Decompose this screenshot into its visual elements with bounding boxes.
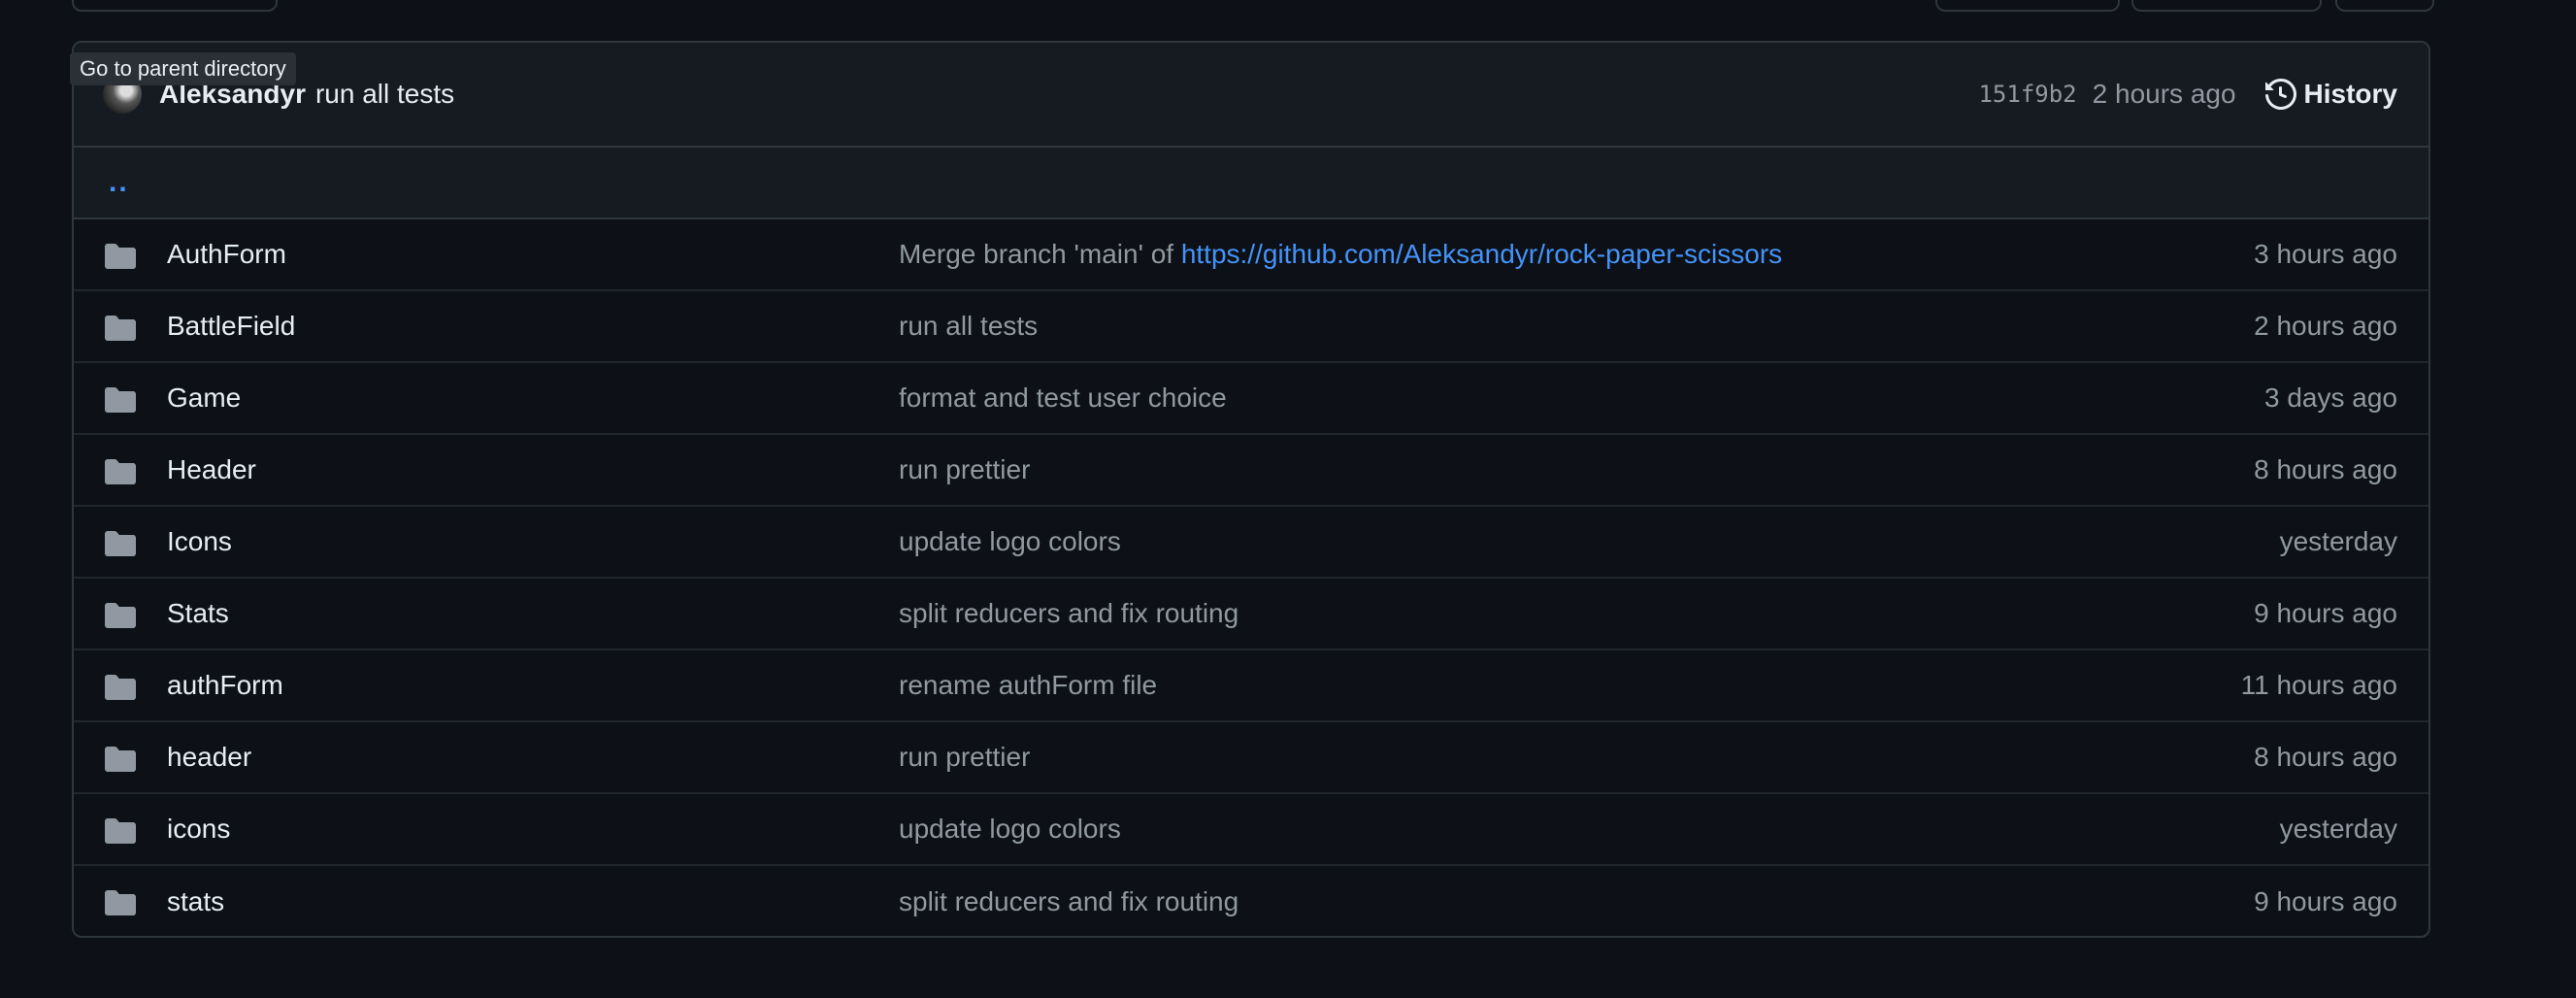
row-commit-message[interactable]: Merge branch 'main' of https://github.co… — [899, 239, 1782, 270]
row-commit-message[interactable]: split reducers and fix routing — [899, 886, 1238, 917]
folder-icon — [105, 531, 136, 556]
file-row[interactable]: Icons update logo colors yesterday — [74, 507, 2428, 579]
folder-icon — [105, 603, 136, 628]
folder-name-link[interactable]: header — [167, 742, 251, 773]
latest-commit-bar: Aleksandyr run all tests 151f9b2 2 hours… — [74, 43, 2428, 148]
folder-icon — [105, 747, 136, 772]
top-right-button-1[interactable] — [1935, 0, 2120, 12]
folder-icon — [105, 818, 136, 844]
file-row[interactable]: icons update logo colors yesterday — [74, 794, 2428, 866]
top-left-button[interactable] — [72, 0, 278, 12]
history-icon — [2264, 79, 2296, 110]
folder-icon — [105, 675, 136, 700]
row-commit-time: 8 hours ago — [2254, 742, 2397, 772]
row-commit-time: 2 hours ago — [2254, 311, 2397, 341]
file-row[interactable]: Game format and test user choice 3 days ag… — [74, 363, 2428, 435]
row-commit-time: 9 hours ago — [2254, 598, 2397, 628]
row-commit-time: yesterday — [2279, 814, 2397, 844]
row-commit-time: 9 hours ago — [2254, 886, 2397, 916]
parent-directory-row[interactable]: .. — [74, 148, 2428, 219]
row-commit-time: 3 hours ago — [2254, 239, 2397, 269]
folder-icon — [105, 459, 136, 484]
folder-icon — [105, 244, 136, 269]
row-commit-message[interactable]: update logo colors — [899, 526, 1121, 557]
file-row[interactable]: Header run prettier 8 hours ago — [74, 435, 2428, 507]
parent-directory-tooltip: Go to parent directory — [70, 52, 296, 85]
row-commit-message-prefix: Merge branch 'main' of — [899, 239, 1181, 269]
folder-name-link[interactable]: BattleField — [167, 311, 295, 342]
file-row[interactable]: AuthForm Merge branch 'main' of https://g… — [74, 219, 2428, 291]
row-commit-message[interactable]: run all tests — [899, 311, 1038, 342]
parent-directory-link[interactable]: .. — [109, 166, 129, 199]
row-commit-message[interactable]: run prettier — [899, 742, 1030, 773]
row-commit-message[interactable]: run prettier — [899, 454, 1030, 485]
row-commit-link[interactable]: https://github.com/Aleksandyr/rock-paper… — [1181, 239, 1782, 269]
file-row[interactable]: stats split reducers and fix routing 9 hou… — [74, 866, 2428, 936]
row-commit-message[interactable]: split reducers and fix routing — [899, 598, 1238, 629]
file-row[interactable]: authForm rename authForm file 11 hours ago — [74, 650, 2428, 722]
folder-name-link[interactable]: stats — [167, 886, 224, 917]
history-label: History — [2303, 79, 2397, 109]
folder-name-link[interactable]: Game — [167, 383, 241, 414]
file-row[interactable]: Stats split reducers and fix routing 9 hou… — [74, 579, 2428, 650]
row-commit-message[interactable]: format and test user choice — [899, 383, 1227, 414]
row-commit-time: yesterday — [2279, 526, 2397, 556]
file-row[interactable]: BattleField run all tests 2 hours ago — [74, 291, 2428, 363]
commit-time: 2 hours ago — [2092, 79, 2236, 109]
file-list-panel: Aleksandyr run all tests 151f9b2 2 hours… — [72, 41, 2430, 938]
folder-name-link[interactable]: AuthForm — [167, 239, 286, 270]
row-commit-time: 8 hours ago — [2254, 454, 2397, 484]
row-commit-time: 11 hours ago — [2240, 670, 2397, 700]
folder-icon — [105, 890, 136, 915]
folder-name-link[interactable]: icons — [167, 814, 230, 845]
row-commit-message[interactable]: rename authForm file — [899, 670, 1157, 701]
top-right-button-2[interactable] — [2131, 0, 2322, 12]
top-right-button-3[interactable] — [2335, 0, 2434, 12]
folder-name-link[interactable]: Stats — [167, 598, 229, 629]
commit-message[interactable]: run all tests — [315, 79, 454, 110]
row-commit-message[interactable]: update logo colors — [899, 814, 1121, 845]
history-link[interactable]: History — [2264, 79, 2397, 110]
file-rows: AuthForm Merge branch 'main' of https://g… — [74, 219, 2428, 936]
folder-name-link[interactable]: authForm — [167, 670, 283, 701]
folder-name-link[interactable]: Header — [167, 454, 256, 485]
folder-icon — [105, 387, 136, 413]
folder-icon — [105, 316, 136, 341]
row-commit-time: 3 days ago — [2264, 383, 2397, 413]
folder-name-link[interactable]: Icons — [167, 526, 232, 557]
commit-sha[interactable]: 151f9b2 — [1978, 81, 2076, 108]
file-row[interactable]: header run prettier 8 hours ago — [74, 722, 2428, 794]
